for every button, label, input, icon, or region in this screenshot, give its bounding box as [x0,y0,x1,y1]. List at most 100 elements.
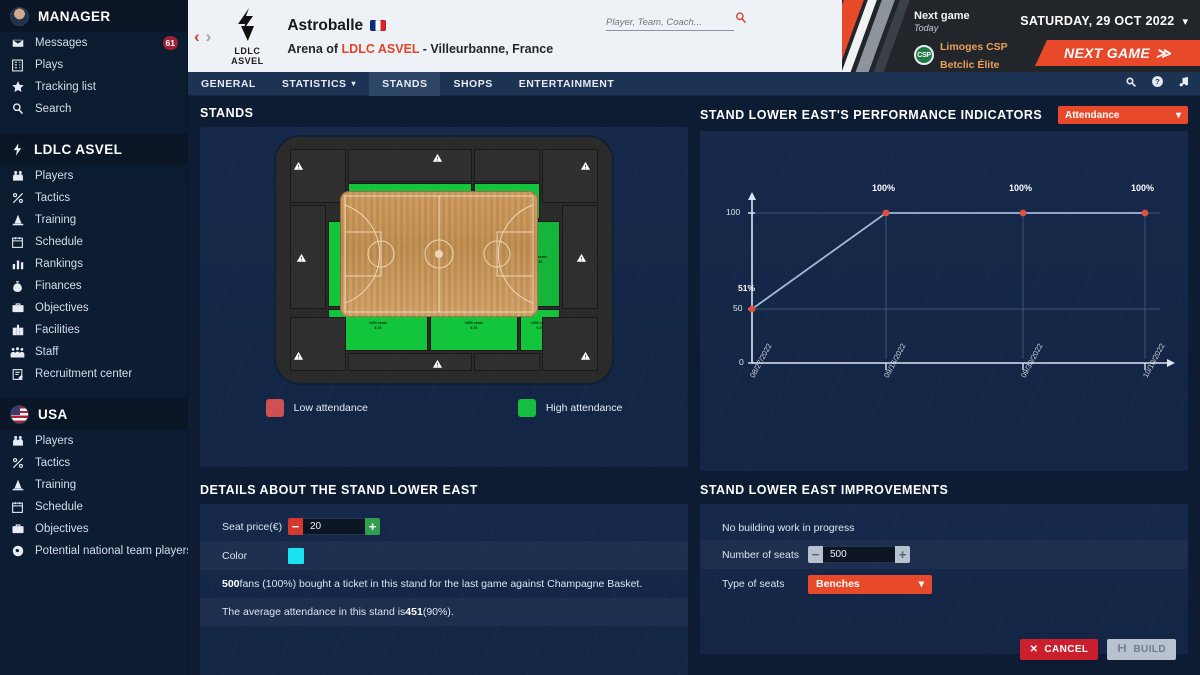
tab-shops[interactable]: SHOPS [440,72,505,96]
tab-label: SHOPS [453,77,493,90]
sidebar-item-nation-objectives[interactable]: Objectives [0,518,187,540]
tab-general[interactable]: GENERAL [188,72,269,96]
tab-stands[interactable]: STANDS [369,71,441,96]
stand-corner-nw[interactable] [290,149,346,203]
settings-icon[interactable] [1124,75,1137,93]
kpi-section-title: STAND LOWER EAST'S PERFORMANCE INDICATOR… [700,108,1043,122]
y-tick-label: 100 [726,207,741,217]
sidebar-item-plays[interactable]: Plays [0,54,187,76]
header-bar: ‹ › LDLC ASVEL Astroballe Arena of LDLC … [188,0,1200,72]
sidebar-item-club-training[interactable]: Training [0,209,187,231]
sidebar-item-label: Staff [35,346,59,358]
help-icon[interactable]: ? [1151,75,1164,93]
sidebar-item-nation-potential-players[interactable]: Potential national team players [0,540,192,562]
seat-price-value[interactable]: 20 [303,518,365,535]
header-left: ‹ › LDLC ASVEL Astroballe Arena of LDLC … [188,0,842,72]
whistle-icon [10,544,25,559]
sidebar-item-label: Schedule [35,501,83,513]
sidebar-item-club-objectives[interactable]: Objectives [0,297,187,319]
cancel-button[interactable]: ✕ CANCEL [1019,639,1099,660]
music-icon[interactable] [1178,75,1190,93]
warning-icon [580,351,591,361]
seats-increment-button[interactable]: + [895,546,910,563]
mail-icon [10,36,25,51]
sidebar-item-club-tactics[interactable]: Tactics [0,187,187,209]
stand-outer-southeast[interactable] [474,353,540,371]
messages-badge: 61 [162,36,178,50]
sidebar-group-club[interactable]: LDLC ASVEL [0,133,187,165]
stand-corner-se[interactable] [542,317,598,371]
improvements-section-title: STAND LOWER EAST IMPROVEMENTS [700,483,949,497]
tab-label: ENTERTAINMENT [518,77,615,90]
sidebar-item-messages[interactable]: Messages 61 [0,32,187,54]
tab-statistics[interactable]: STATISTICS ▾ [269,72,369,96]
arena-title-row: Astroballe [287,17,553,35]
nav-bar: GENERAL STATISTICS ▾ STANDS SHOPS ENTERT… [188,71,1200,96]
sidebar-item-club-facilities[interactable]: Facilities [0,319,187,341]
next-game-button-label: NEXT GAME [1064,45,1150,61]
save-icon [1117,643,1127,656]
type-of-seats-row: Type of seats Benches ▾ [700,569,1188,599]
sidebar-item-nation-players[interactable]: Players [0,430,187,452]
sidebar-item-club-staff[interactable]: Staff [0,341,187,363]
next-game-label: Next game [914,10,970,22]
sidebar-item-tracking-list[interactable]: Tracking list [0,76,187,98]
sidebar-item-club-finances[interactable]: Finances [0,275,187,297]
stand-outer-north[interactable] [348,149,472,182]
club-logo-line2: ASVEL [231,55,264,66]
sidebar-group-manager[interactable]: MANAGER [0,0,187,32]
sidebar-divider-2 [0,385,187,398]
details-column: DETAILS ABOUT THE STAND LOWER EAST Seat … [200,483,688,675]
type-of-seats-select[interactable]: Benches ▾ [808,574,932,594]
sidebar: MANAGER Messages 61 Plays Tracking list … [0,0,192,675]
data-point [882,209,890,217]
seats-decrement-button[interactable]: − [808,546,823,563]
sidebar-item-nation-training[interactable]: Training [0,474,187,496]
data-point [1141,209,1149,217]
sidebar-item-label: Players [35,170,74,182]
fans-count: 500 [222,578,240,590]
sidebar-item-club-recruitment-center[interactable]: Recruitment center [0,363,187,385]
kpi-metric-select[interactable]: Attendance ▾ [1058,106,1188,124]
arena-sub-club-link[interactable]: LDLC ASVEL [342,42,420,56]
build-button[interactable]: BUILD [1107,639,1176,660]
moneybag-icon [10,279,25,294]
build-button-label: BUILD [1133,644,1166,655]
segment-seats: 1500 seats [464,321,484,325]
next-game-info: Next game Today CSP Limoges CSP Betclic … [914,10,1008,72]
sidebar-item-label: Finances [35,280,82,292]
cone-icon [10,213,25,228]
next-game-opponent-row[interactable]: CSP Limoges CSP Betclic Élite [914,37,1008,72]
sidebar-item-nation-schedule[interactable]: Schedule [0,496,187,518]
stand-outer-northeast[interactable] [474,149,540,182]
seat-price-increment-button[interactable]: + [365,518,380,535]
color-swatch[interactable] [288,547,304,564]
sidebar-item-label: Tactics [35,192,71,204]
tab-entertainment[interactable]: ENTERTAINMENT [506,72,628,96]
seats-value[interactable]: 500 [823,546,895,563]
sidebar-item-club-players[interactable]: Players [0,165,187,187]
page-title: Astroballe [287,16,364,34]
stand-outer-south[interactable] [348,353,472,371]
sidebar-item-label: Plays [35,59,64,71]
stand-corner-sw[interactable] [290,317,346,371]
search-icon[interactable] [734,11,748,30]
seat-price-stepper: − 20 + [288,518,380,535]
stand-corner-ne[interactable] [542,149,598,203]
sidebar-item-club-rankings[interactable]: Rankings [0,253,187,275]
sidebar-item-search[interactable]: Search [0,98,187,120]
y-axis-arrow [748,192,756,200]
sidebar-item-label: Training [35,479,77,491]
sidebar-group-nation[interactable]: USA [0,398,187,430]
avg-value: 451 [405,606,423,618]
sidebar-item-club-schedule[interactable]: Schedule [0,231,187,253]
sidebar-group-club-label: LDLC ASVEL [34,141,123,157]
seat-price-decrement-button[interactable]: − [288,518,303,535]
stands-column: STANDS 1500 seats € 30 [200,106,688,471]
sidebar-item-nation-tactics[interactable]: Tactics [0,452,187,474]
next-game-button[interactable]: NEXT GAME ≫ [1035,40,1200,66]
nav-forward-button[interactable]: › [206,28,212,45]
nav-back-button[interactable]: ‹ [194,28,200,45]
current-date-selector[interactable]: SATURDAY, 29 OCT 2022 ▾ [1020,14,1188,28]
search-input[interactable] [606,16,734,31]
